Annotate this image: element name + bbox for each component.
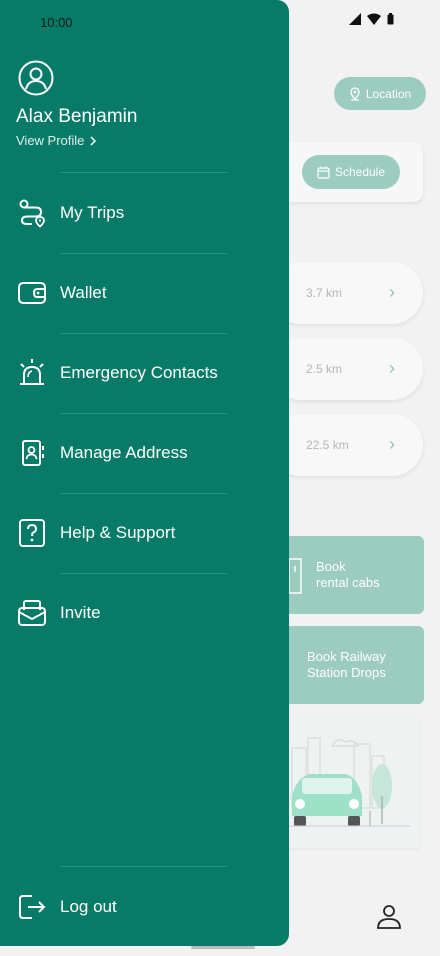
book-railway-station-drops-card[interactable]: Book Railway Station Drops — [270, 626, 424, 704]
logout-icon — [17, 892, 47, 922]
destination-distance: 22.5 km — [306, 438, 349, 452]
schedule-button[interactable]: Schedule — [302, 155, 400, 189]
chevron-right-icon: › — [389, 358, 395, 378]
service-label-line1: Book Railway — [307, 649, 386, 664]
destination-item[interactable]: 22.5 km › — [270, 414, 423, 476]
schedule-card: Schedule — [270, 142, 423, 202]
location-button-label: Location — [365, 86, 412, 101]
user-avatar-icon — [18, 60, 54, 96]
user-icon — [377, 905, 401, 929]
menu-item-label: Manage Address — [60, 443, 188, 462]
invite-icon — [17, 598, 47, 628]
destination-item[interactable]: 3.7 km › — [270, 262, 423, 324]
menu-item-label: Help & Support — [60, 523, 176, 542]
location-pin-icon — [350, 86, 360, 101]
service-label-line1: Book — [316, 559, 346, 574]
menu-item-label: My Trips — [60, 203, 125, 222]
menu-item-help-support[interactable]: Help & Support — [0, 493, 289, 573]
user-name: Alax Benjamin — [16, 106, 138, 127]
signal-icon — [349, 13, 361, 25]
menu-item-invite[interactable]: Invite — [0, 573, 289, 653]
view-profile-label: View Profile — [16, 133, 85, 148]
help-icon — [17, 518, 47, 548]
menu-item-label: Emergency Contacts — [60, 363, 218, 382]
chevron-right-icon — [90, 135, 97, 146]
wifi-icon — [367, 13, 381, 25]
route-icon — [17, 198, 47, 228]
chevron-right-icon: › — [389, 434, 395, 454]
wallet-icon — [17, 278, 47, 308]
service-label-line2: rental cabs — [316, 575, 380, 590]
logout-label: Log out — [60, 897, 117, 916]
contact-book-icon — [17, 438, 47, 468]
destination-distance: 2.5 km — [306, 362, 343, 376]
avatar[interactable] — [18, 60, 54, 101]
status-icons — [349, 13, 394, 25]
destination-distance: 3.7 km — [306, 286, 343, 300]
view-profile-link[interactable]: View Profile — [16, 133, 97, 148]
menu-item-my-trips[interactable]: My Trips — [0, 173, 289, 253]
service-label-line2: Station Drops — [307, 665, 386, 680]
schedule-button-label: Schedule — [334, 165, 386, 179]
calendar-icon — [317, 166, 330, 179]
menu-item-emergency-contacts[interactable]: Emergency Contacts — [0, 333, 289, 413]
menu-item-wallet[interactable]: Wallet — [0, 253, 289, 333]
siren-icon — [17, 358, 47, 388]
menu-item-manage-address[interactable]: Manage Address — [0, 413, 289, 493]
destination-item[interactable]: 2.5 km › — [270, 338, 423, 400]
profile-tab[interactable] — [375, 902, 403, 935]
menu-item-label: Invite — [60, 603, 101, 622]
book-rental-cabs-card[interactable]: Book rental cabs — [270, 536, 424, 614]
logout-button[interactable]: Log out — [0, 867, 289, 947]
chevron-right-icon: › — [389, 282, 395, 302]
battery-icon — [387, 13, 394, 25]
car-city-illustration — [270, 716, 420, 848]
status-time: 10:00 — [40, 15, 73, 30]
menu-item-label: Wallet — [60, 283, 107, 302]
location-button[interactable]: Location — [334, 77, 426, 110]
navigation-drawer: 10:00 Alax Benjamin View Profile My Trip… — [0, 0, 289, 946]
car-illustration-icon — [280, 737, 410, 827]
